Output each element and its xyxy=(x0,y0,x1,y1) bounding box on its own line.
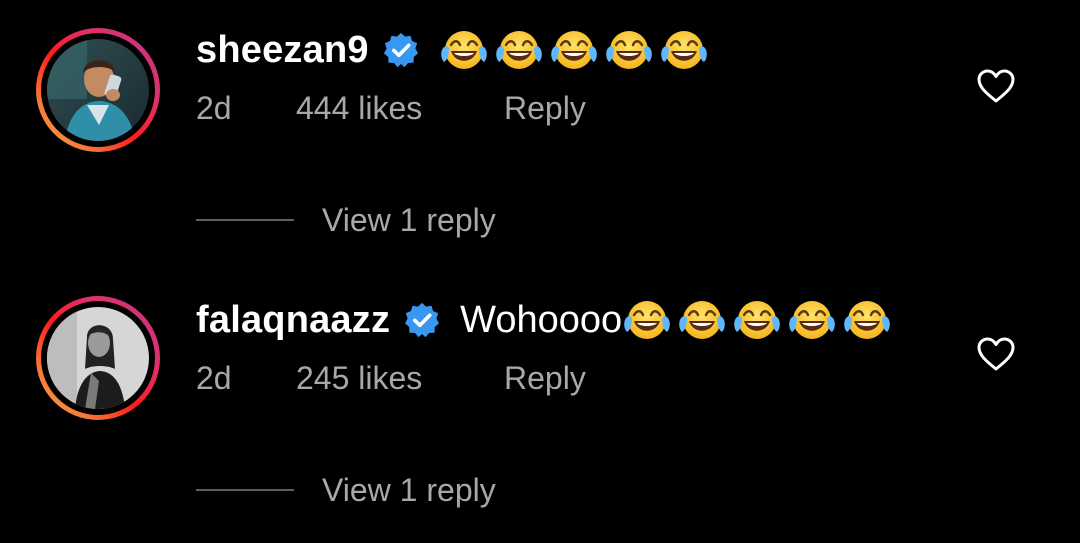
reply-button[interactable]: Reply xyxy=(504,90,586,127)
view-replies-label: View 1 reply xyxy=(322,471,496,508)
face-with-tears-of-joy-icon xyxy=(842,296,892,344)
avatar-story-ring[interactable] xyxy=(36,28,160,152)
comment-item: falaqnaazz Wohoooo 2d 245 likes Reply Vi… xyxy=(0,270,1080,540)
face-with-tears-of-joy-icon xyxy=(439,26,489,74)
avatar xyxy=(47,39,149,141)
comment-header: falaqnaazz Wohoooo xyxy=(196,290,897,350)
comment-meta: 2d 245 likes Reply xyxy=(196,356,586,400)
comment-time: 2d xyxy=(196,359,232,396)
username[interactable]: sheezan9 xyxy=(196,29,369,72)
reply-button[interactable]: Reply xyxy=(504,360,586,397)
view-replies-button[interactable]: View 1 reply xyxy=(196,468,496,512)
comment-meta: 2d 444 likes Reply xyxy=(196,86,586,130)
heart-outline-icon[interactable] xyxy=(976,68,1016,104)
face-with-tears-of-joy-icon xyxy=(732,296,782,344)
view-replies-button[interactable]: View 1 reply xyxy=(196,198,496,242)
verified-badge-icon xyxy=(383,32,419,68)
comment-text: Wohoooo xyxy=(460,298,623,341)
view-replies-label: View 1 reply xyxy=(322,201,496,238)
face-with-tears-of-joy-icon xyxy=(659,26,709,74)
avatar xyxy=(47,307,149,409)
view-replies-divider xyxy=(196,219,294,221)
comment-item: sheezan9 2d 444 likes Reply View 1 reply xyxy=(0,0,1080,270)
avatar-story-ring[interactable] xyxy=(36,296,160,420)
heart-outline-icon[interactable] xyxy=(976,336,1016,372)
comment-header: sheezan9 xyxy=(196,20,714,80)
emoji-group xyxy=(439,26,714,74)
face-with-tears-of-joy-icon xyxy=(604,26,654,74)
comment-time: 2d xyxy=(196,89,232,126)
verified-badge-icon xyxy=(404,302,440,338)
emoji-group xyxy=(622,296,897,344)
view-replies-divider xyxy=(196,489,294,491)
face-with-tears-of-joy-icon xyxy=(622,296,672,344)
like-count[interactable]: 245 likes xyxy=(296,360,504,397)
face-with-tears-of-joy-icon xyxy=(494,26,544,74)
face-with-tears-of-joy-icon xyxy=(549,26,599,74)
username[interactable]: falaqnaazz xyxy=(196,299,390,342)
face-with-tears-of-joy-icon xyxy=(677,296,727,344)
face-with-tears-of-joy-icon xyxy=(787,296,837,344)
like-count[interactable]: 444 likes xyxy=(296,90,504,127)
